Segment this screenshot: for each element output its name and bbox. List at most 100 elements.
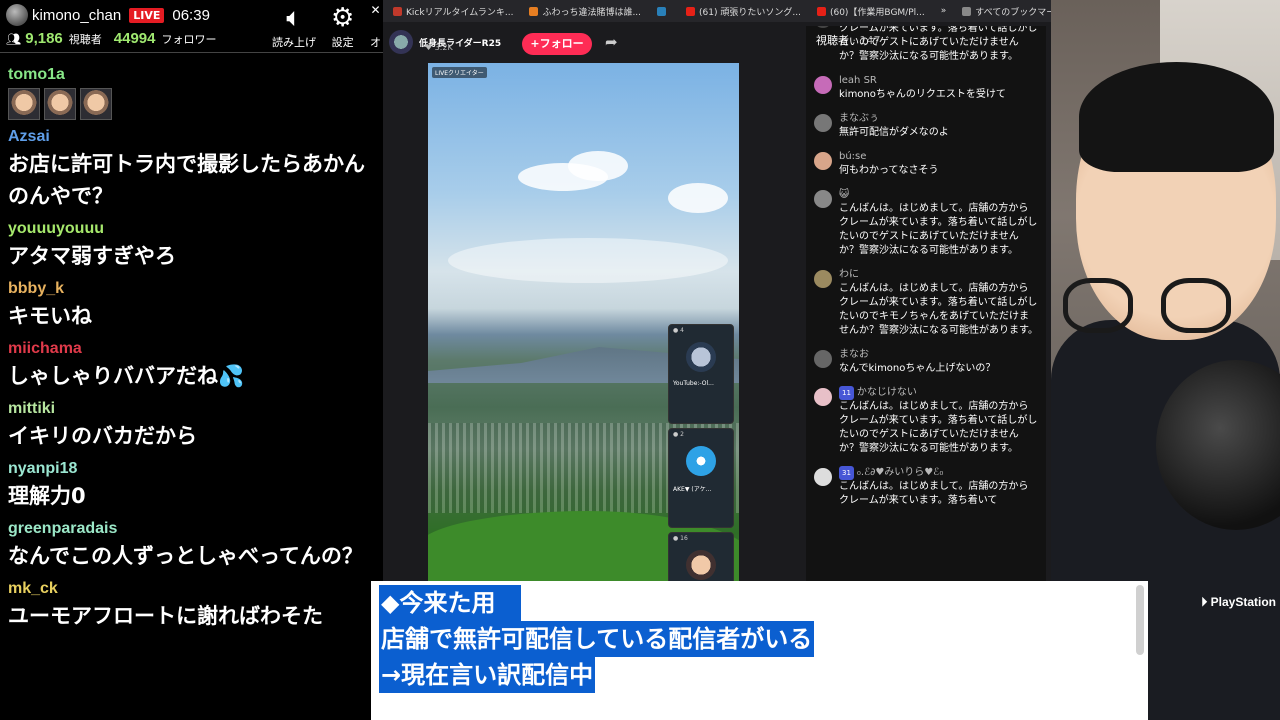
commenter-name[interactable]: 31 ₀.ℰ∂♥みいりら♥ℰ₀ [839,466,1038,480]
commenter-avatar[interactable] [814,114,832,132]
comment-body: 31 ₀.ℰ∂♥みいりら♥ℰ₀ こんばんは。はじめまして。店舗の方からクレームが来て… [839,466,1038,508]
bookmarks-bar: Kickリアルタイムランキ... ふわっち違法賭博は誰... (61) 頑張りたいソ… [383,0,1051,22]
viewer-comments-panel: 視聴者 · 147 こんばんは。はじめまして。店舗の方からクレームが来ています。… [806,26,1046,582]
commenter-name[interactable]: bú:se [839,150,1038,164]
header-divider [0,52,383,53]
comment-body: まなおなんでkimonoちゃん上げないの？ [839,348,1038,376]
bookmark-item[interactable]: (60)【作業用BGM/Pl... [816,5,925,18]
comment-text: こんばんは。はじめまして。店舗の方からクレームが来ています。落ち着いて話しがした… [839,283,1038,336]
commenter-avatar[interactable] [814,468,832,486]
commenter-avatar[interactable] [814,190,832,208]
cloud-haze [448,238,728,283]
guest-name: YouTube:-Ol... [673,380,714,387]
host-likes: ♥ 3.2K [425,42,453,52]
chat-username[interactable]: tomo1a [8,64,380,86]
viewer-count: 9,186 [25,30,63,47]
channel-avatar[interactable] [6,4,28,26]
comment-text: こんばんは。はじめまして。店舗の方からクレームが来ています。落ち着いて [839,481,1029,506]
follow-button[interactable]: +フォロー [522,33,592,55]
comment-text: こんばんは。はじめまして。店舗の方からクレームが来ています。落ち着いて話しがした… [839,401,1038,454]
chat-username[interactable]: nyanpi18 [8,458,380,480]
commenter-avatar[interactable] [814,388,832,406]
commenter-name[interactable]: まなお [839,348,1038,362]
chat-username[interactable]: bbby_k [8,278,380,300]
guest-tile[interactable]: ● 4 YouTube:-Ol... [668,324,734,424]
comment-item: まなぶぅ 無許可配信がダメなのよ [806,110,1046,142]
chat-username[interactable]: youuuyouuu [8,218,380,240]
guest-count-value: 2 [680,431,684,438]
bookmark-item[interactable]: Kickリアルタイムランキ... [393,5,513,18]
chat-username[interactable]: greenparadais [8,518,380,540]
comment-body: bú:se 何もわかってなさそう [839,150,1038,178]
commenter-name[interactable]: まなぶぅ [839,112,1038,126]
commenter-avatar[interactable] [814,26,832,28]
commenter-name[interactable]: 11 かなじけない [839,386,1038,400]
guest-avatar [686,342,716,372]
bookmark-favicon-icon [529,6,539,16]
bookmark-item[interactable] [657,6,670,16]
commenter-name[interactable]: leah SR [839,74,1038,88]
comment-text: なんでkimonoちゃん上げないの？ [839,363,996,374]
bookmark-item[interactable]: (61) 頑張りたいソング... [686,5,801,18]
commenter-name-text: leah SR [839,75,877,86]
comment-item: 11 かなじけない こんばんは。はじめまして。店舗の方からクレームが来ています。落ち… [806,384,1046,458]
guest-tile[interactable]: ● 16 [668,532,734,585]
caption-line-1: ◆今来た用 [379,585,522,621]
comment-list: こんばんは。はじめまして。店舗の方からクレームが来ています。落ち着いて話しがした… [806,26,1046,510]
bookmark-item[interactable]: すべてのブックマーク [962,5,1051,18]
bookmark-item[interactable]: ふわっち違法賭博は誰... [529,5,641,18]
caption-scrollbar[interactable] [1136,585,1144,655]
glasses-right [1161,278,1231,333]
settings-button[interactable]: ⚙ 設定 [331,2,354,50]
chat-stamps [8,88,380,120]
chat-text: なんでこの人ずっとしゃべってんの？ [8,544,363,568]
chat-message: tomo1a [8,64,380,120]
chat-username[interactable]: miichama [8,338,380,360]
live-creator-tag: LIVEクリエイター [432,67,487,78]
chat-message: miichama しゃしゃりババアだね💦 [8,338,380,392]
guest-count: ● 2 [673,431,684,438]
glasses-left [1063,278,1133,333]
playstation-text: PlayStation [1210,595,1276,609]
chat-username[interactable]: Azsai [8,126,380,148]
chat-username[interactable]: mk_ck [8,578,380,600]
chat-message: bbby_k キモいね [8,278,380,332]
comment-body: leah SR kimonoちゃんのリクエストを受けて [839,74,1038,102]
commenter-name-text: まなお [839,349,869,360]
commenter-name[interactable]: わに [839,268,1038,282]
commenter-avatar[interactable] [814,76,832,94]
chat-username[interactable]: mittiki [8,398,380,420]
bookmark-label: Kickリアルタイムランキ... [406,7,514,18]
comment-item: こんばんは。はじめまして。店舗の方からクレームが来ています。落ち着いて話しがした… [806,26,1046,66]
commenter-name-text: わに [839,269,859,280]
read-aloud-label: 読み上げ [272,36,316,49]
stream-header: kimono_chan LIVE 06:39 [0,0,383,30]
comment-body: 11 かなじけない こんばんは。はじめまして。店舗の方からクレームが来ています。落ち… [839,386,1038,456]
guest-avatar [686,550,716,580]
viewer-label: 視聴者 [68,32,102,46]
commenter-avatar[interactable] [814,152,832,170]
host-info[interactable]: 低身長ライダーR25 ♥ 3.2K [389,30,501,54]
stamp-image [8,88,40,120]
comment-item: bú:se 何もわかってなさそう [806,148,1046,180]
guest-tile[interactable]: ● 2 AKE▼ (アケ... [668,428,734,528]
chat-overlay: kimono_chan LIVE 06:39 🔈︎ 読み上げ ⚙ 設定 ✕ オ … [0,0,383,720]
commenter-avatar[interactable] [814,350,832,368]
bookmark-label: すべてのブックマーク [975,7,1051,18]
commenter-name[interactable]: 😺 [839,188,1038,202]
comment-item: 😺 こんばんは。はじめまして。店舗の方からクレームが来ています。落ち着いて話しがし… [806,186,1046,260]
bookmark-label: ふわっち違法賭博は誰... [542,7,642,18]
commenter-avatar[interactable] [814,270,832,288]
bookmark-label: (61) 頑張りたいソング... [699,7,801,18]
more-button[interactable]: ✕ オ [370,2,381,50]
comment-item: わにこんばんは。はじめまして。店舗の方からクレームが来ています。落ち着いて話しが… [806,266,1046,340]
read-aloud-button[interactable]: 🔈︎ 読み上げ [272,2,316,50]
gear-icon: ⚙ [331,3,355,33]
bookmark-item[interactable]: » [941,6,947,16]
host-avatar[interactable] [389,30,413,54]
comment-text: 無許可配信がダメなのよ [839,127,949,138]
bookmark-favicon-icon [686,6,696,16]
channel-name[interactable]: kimono_chan [32,7,121,24]
guest-count-value: 4 [680,327,684,334]
share-icon[interactable]: ➦ [605,33,618,51]
